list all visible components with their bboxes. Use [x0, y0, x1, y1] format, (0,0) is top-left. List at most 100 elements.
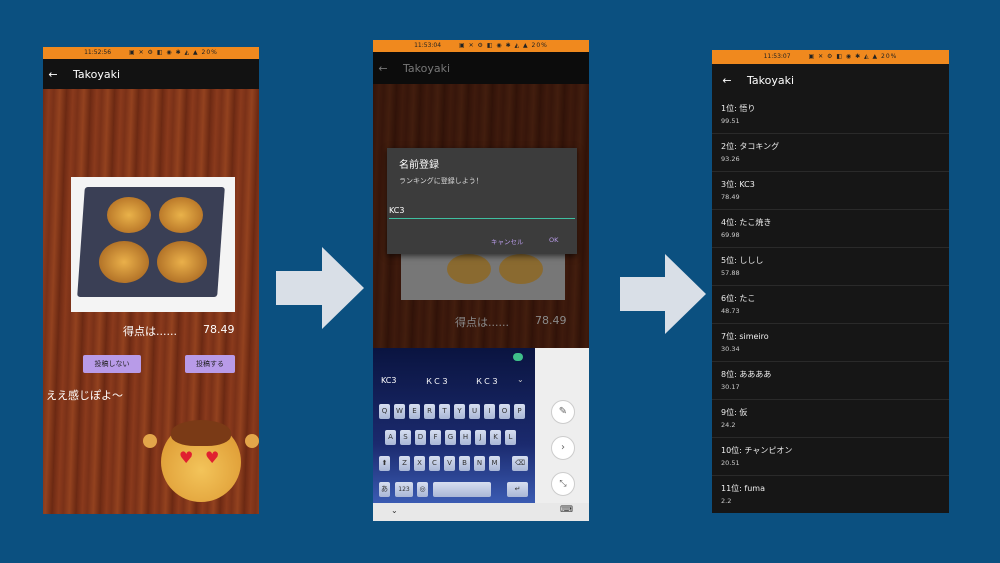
backspace-key[interactable]: ⌫	[512, 456, 528, 471]
ranking-name: 10位: チャンピオン	[721, 446, 793, 455]
keyboard-side-panel: ✎ › ⤡	[535, 348, 589, 503]
status-bar: 11:52:56 ▣ ✕ ⚙ ◧ ◉ ✱ ◭ ▲ 20%	[43, 47, 259, 59]
key-j[interactable]: J	[475, 430, 486, 445]
key-b[interactable]: B	[459, 456, 470, 471]
key-z[interactable]: Z	[399, 456, 410, 471]
key-u[interactable]: U	[469, 404, 480, 419]
ranking-item: 1位: 悟り 99.51	[712, 96, 949, 134]
ranking-item: 9位: 仮 24.2	[712, 400, 949, 438]
kana-key[interactable]: あ	[379, 482, 390, 497]
screen-ranking: 11:53:07 ▣ ✕ ⚙ ◧ ◉ ✱ ◭ ▲ 20% ← Takoyaki …	[712, 50, 949, 513]
score-value: 78.49	[203, 323, 235, 336]
app-bar: ← Takoyaki	[373, 52, 589, 84]
ranking-name: 8位: ああああ	[721, 370, 772, 379]
ranking-score: 20.51	[721, 459, 740, 467]
suggestion-1[interactable]: KC3	[381, 376, 396, 385]
ranking-name: 11位: fuma	[721, 484, 765, 493]
key-e[interactable]: E	[409, 404, 420, 419]
score-label-dimmed: 得点は......	[455, 316, 509, 329]
name-register-dialog: 名前登録 ランキングに登録しよう！ KC3 キャンセル OK	[387, 148, 577, 254]
key-w[interactable]: W	[394, 404, 405, 419]
key-f[interactable]: F	[430, 430, 441, 445]
key-o[interactable]: O	[499, 404, 510, 419]
ranking-name: 3位: KC3	[721, 180, 755, 189]
ranking-score: 78.49	[721, 193, 740, 201]
ranking-score: 2.2	[721, 497, 732, 505]
ranking-item: 11位: fuma 2.2	[712, 476, 949, 513]
key-v[interactable]: V	[444, 456, 455, 471]
key-n[interactable]: N	[474, 456, 485, 471]
ranking-name: 7位: simeiro	[721, 332, 769, 341]
key-i[interactable]: I	[484, 404, 495, 419]
globe-key[interactable]: ◎	[417, 482, 428, 497]
navigation-bar: ⌄ ⌨	[373, 503, 589, 521]
suggestion-2[interactable]: ＫＣ３	[425, 376, 449, 387]
post-button[interactable]: 投稿する	[185, 355, 235, 373]
app-title: Takoyaki	[747, 73, 795, 87]
key-y[interactable]: Y	[454, 404, 465, 419]
key-k[interactable]: K	[490, 430, 501, 445]
ranking-item: 7位: simeiro 30.34	[712, 324, 949, 362]
ranking-score: 69.98	[721, 231, 740, 239]
back-arrow-icon[interactable]: ←	[717, 74, 737, 87]
ranking-name: 6位: たこ	[721, 294, 756, 303]
resize-icon[interactable]: ⤡	[551, 472, 575, 496]
dialog-title: 名前登録	[399, 160, 439, 171]
ranking-item: 5位: ししし 57.88	[712, 248, 949, 286]
ranking-score: 93.26	[721, 155, 740, 163]
ranking-item: 3位: KC3 78.49	[712, 172, 949, 210]
key-c[interactable]: C	[429, 456, 440, 471]
suggestion-expand-icon[interactable]: ⌄	[517, 375, 524, 384]
ranking-item: 6位: たこ 48.73	[712, 286, 949, 324]
status-time: 11:53:07	[763, 53, 791, 60]
no-post-button[interactable]: 投稿しない	[83, 355, 141, 373]
soft-keyboard: KC3 ＫＣ３ ＫＣ３ ⌄ QWERTYUIOP ASDFGHJKL ZXCVBNM…	[373, 348, 535, 508]
enter-key[interactable]: ↵	[507, 482, 528, 497]
status-bar: 11:53:07 ▣ ✕ ⚙ ◧ ◉ ✱ ◭ ▲ 20%	[712, 50, 949, 64]
back-arrow-icon[interactable]: ←	[43, 68, 63, 81]
ok-button[interactable]: OK	[549, 236, 558, 244]
status-icons: ▣ ✕ ⚙ ◧ ◉ ✱ ◭ ▲ 20%	[129, 49, 218, 56]
takoyaki-photo	[71, 177, 235, 312]
number-key[interactable]: 123	[395, 482, 413, 497]
app-title: Takoyaki	[403, 61, 451, 75]
next-icon[interactable]: ›	[551, 436, 575, 460]
score-label: 得点は......	[123, 325, 177, 338]
key-q[interactable]: Q	[379, 404, 390, 419]
key-h[interactable]: H	[460, 430, 471, 445]
keyboard-dinosaur-icon	[513, 353, 523, 361]
ranking-score: 57.88	[721, 269, 740, 277]
key-p[interactable]: P	[514, 404, 525, 419]
app-bar: ← Takoyaki	[712, 64, 949, 96]
edit-icon[interactable]: ✎	[551, 400, 575, 424]
space-key[interactable]	[433, 482, 491, 497]
flow-arrow-icon	[620, 254, 706, 334]
key-r[interactable]: R	[424, 404, 435, 419]
shift-key[interactable]: ⬆	[379, 456, 390, 471]
flow-arrow-icon	[276, 247, 364, 329]
key-l[interactable]: L	[505, 430, 516, 445]
hide-keyboard-icon[interactable]: ⌄	[391, 506, 398, 515]
key-a[interactable]: A	[385, 430, 396, 445]
key-m[interactable]: M	[489, 456, 500, 471]
name-input[interactable]: KC3	[389, 206, 575, 219]
app-bar: ← Takoyaki	[43, 59, 259, 89]
key-x[interactable]: X	[414, 456, 425, 471]
keyboard-switch-icon[interactable]: ⌨	[560, 505, 573, 515]
cancel-button[interactable]: キャンセル	[491, 236, 524, 246]
ranking-name: 5位: ししし	[721, 256, 764, 265]
back-arrow-icon[interactable]: ←	[373, 62, 393, 75]
key-d[interactable]: D	[415, 430, 426, 445]
status-bar: 11:53:04 ▣ ✕ ⚙ ◧ ◉ ✱ ◭ ▲ 20%	[373, 40, 589, 52]
comment-text: ええ感じぽよ〜	[46, 389, 123, 402]
ranking-item: 4位: たこ焼き 69.98	[712, 210, 949, 248]
ranking-name: 4位: たこ焼き	[721, 218, 772, 227]
key-s[interactable]: S	[400, 430, 411, 445]
status-time: 11:52:56	[84, 49, 112, 56]
takoyaki-mascot-image: ♥ ♥	[143, 412, 259, 507]
ranking-item: 10位: チャンピオン 20.51	[712, 438, 949, 476]
key-t[interactable]: T	[439, 404, 450, 419]
ranking-score: 30.34	[721, 345, 740, 353]
key-g[interactable]: G	[445, 430, 456, 445]
suggestion-3[interactable]: ＫＣ３	[475, 376, 499, 387]
